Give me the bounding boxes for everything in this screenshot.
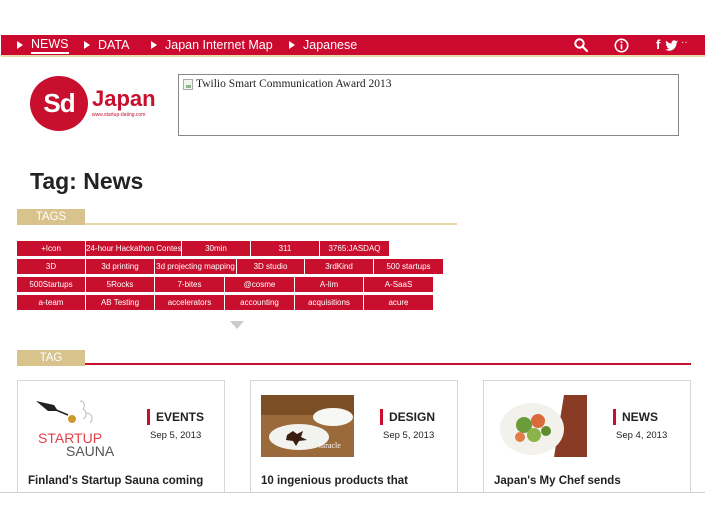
banner-ad[interactable]: Twilio Smart Communication Award 2013: [178, 74, 679, 136]
tag-link[interactable]: 3765:JASDAQ: [320, 241, 390, 256]
expand-tags-arrow-icon[interactable]: [230, 321, 244, 329]
tag-link[interactable]: 3d printing: [86, 259, 155, 274]
nav-item-label: DATA: [98, 38, 130, 52]
tag-header-label: TAG: [17, 350, 85, 366]
page-title: Tag: News: [30, 168, 144, 194]
info-icon[interactable]: [614, 38, 629, 58]
triangle-icon: [17, 41, 23, 49]
tags-header-label: TAGS: [17, 209, 85, 225]
article-title[interactable]: Japan's My Chef sends: [494, 475, 621, 487]
tag-section-header: TAG: [17, 350, 691, 367]
triangle-icon: [289, 41, 295, 49]
logo-wordmark: Japan: [92, 86, 156, 111]
tag-link[interactable]: A-lim: [295, 277, 364, 292]
article-thumbnail[interactable]: hiracle: [261, 395, 354, 457]
article-category[interactable]: NEWS: [613, 409, 658, 425]
triangle-icon: [151, 41, 157, 49]
nav-item-japanese[interactable]: Japanese: [289, 35, 357, 55]
blank-area: [0, 493, 705, 529]
article-category[interactable]: DESIGN: [380, 409, 435, 425]
tag-link[interactable]: 3D: [17, 259, 86, 274]
nav-item-label: NEWS: [31, 37, 69, 54]
nav-item-label: Japanese: [303, 38, 358, 52]
twitter-icon[interactable]: [665, 39, 679, 57]
logo-badge: Sd: [30, 76, 88, 131]
search-icon[interactable]: [574, 38, 589, 57]
section-divider: [85, 363, 691, 365]
tag-link[interactable]: 3d projecting mapping: [155, 259, 237, 274]
thumb-sauna-text: SAUNA: [66, 443, 115, 457]
triangle-icon: [84, 41, 90, 49]
thumb-brand-text: hiracle: [319, 441, 341, 450]
tag-link[interactable]: 3D studio: [237, 259, 305, 274]
article-thumbnail[interactable]: STARTUP SAUNA: [28, 395, 121, 457]
article-title[interactable]: Finland's Startup Sauna coming: [28, 475, 203, 487]
site-logo[interactable]: Sd Japan www.startup-dating.com: [30, 76, 160, 134]
article-title[interactable]: 10 ingenious products that: [261, 475, 408, 487]
article-thumbnail[interactable]: [494, 395, 587, 457]
tag-link[interactable]: @cosme: [225, 277, 295, 292]
tag-link[interactable]: 3rdKind: [305, 259, 374, 274]
facebook-icon[interactable]: f: [656, 37, 660, 52]
article-category[interactable]: EVENTS: [147, 409, 204, 425]
tag-link[interactable]: accelerators: [155, 295, 225, 310]
nav-item-label: Japan Internet Map: [165, 38, 273, 52]
nav-item-news[interactable]: NEWS: [17, 35, 69, 55]
tag-link[interactable]: A-SaaS: [364, 277, 434, 292]
tag-link[interactable]: 24-hour Hackathon Contest: [86, 241, 182, 256]
tag-link[interactable]: 500Startups: [17, 277, 86, 292]
banner-alt-text: Twilio Smart Communication Award 2013: [196, 78, 392, 90]
tags-section-header: TAGS: [17, 209, 457, 226]
tag-link[interactable]: 5Rocks: [86, 277, 155, 292]
tag-link[interactable]: AB Testing: [86, 295, 155, 310]
nav-item-data[interactable]: DATA: [84, 35, 129, 55]
article-date: Sep 4, 2013: [616, 430, 668, 441]
section-divider: [85, 223, 457, 225]
logo-url: www.startup-dating.com: [92, 112, 146, 118]
tag-link[interactable]: 500 startups: [374, 259, 444, 274]
more-icon[interactable]: ··: [681, 37, 688, 48]
article-date: Sep 5, 2013: [150, 430, 202, 441]
tag-link[interactable]: a-team: [17, 295, 86, 310]
tag-link[interactable]: acure: [364, 295, 434, 310]
tag-link[interactable]: 7-bites: [155, 277, 225, 292]
broken-image-icon: [183, 79, 193, 90]
tag-link[interactable]: accounting: [225, 295, 295, 310]
tag-link[interactable]: 30min: [182, 241, 251, 256]
tag-link[interactable]: acquisitions: [295, 295, 364, 310]
top-nav-bar: NEWS DATA Japan Internet Map Japanese f …: [1, 35, 705, 57]
article-date: Sep 5, 2013: [383, 430, 435, 441]
nav-item-japan-internet-map[interactable]: Japan Internet Map: [151, 35, 273, 55]
tag-link[interactable]: 311: [251, 241, 320, 256]
tag-link[interactable]: +Icon: [17, 241, 86, 256]
